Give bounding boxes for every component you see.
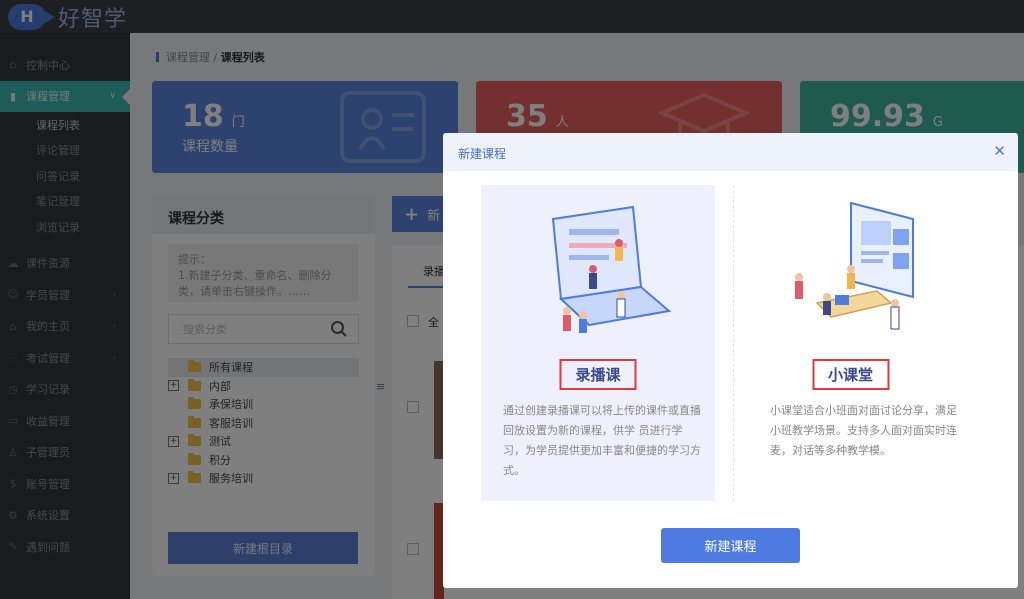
- option-small-class[interactable]: 小课堂 小课堂适合小班面对面讨论分享，满足小班教学场景。支持多人面对面实时连麦，…: [733, 185, 967, 501]
- close-icon[interactable]: ✕: [993, 142, 1006, 160]
- dialog-header: 新建课程 ✕: [443, 133, 1018, 171]
- new-course-dialog: 新建课程 ✕ 录播课 通过创建录播课可以将上传的课件或直播回放设置为新的课程，供…: [443, 133, 1018, 588]
- create-course-button[interactable]: 新建课程: [661, 528, 800, 563]
- option-desc-small-class: 小课堂适合小班面对面讨论分享，满足小班教学场景。支持多人面对面实时连麦，对话等多…: [770, 404, 957, 457]
- classroom-illustration-icon: [794, 201, 914, 330]
- option-desc-recorded: 通过创建录播课可以将上传的课件或直播回放设置为新的课程，供学 员进行学习，为学员…: [503, 404, 701, 477]
- option-title-small-class: 小课堂: [811, 359, 890, 390]
- laptop-illustration-icon: [551, 205, 672, 333]
- option-title-recorded: 录播课: [559, 359, 637, 390]
- dialog-title: 新建课程: [458, 147, 507, 161]
- option-recorded-course[interactable]: 录播课 通过创建录播课可以将上传的课件或直播回放设置为新的课程，供学 员进行学习…: [481, 185, 715, 501]
